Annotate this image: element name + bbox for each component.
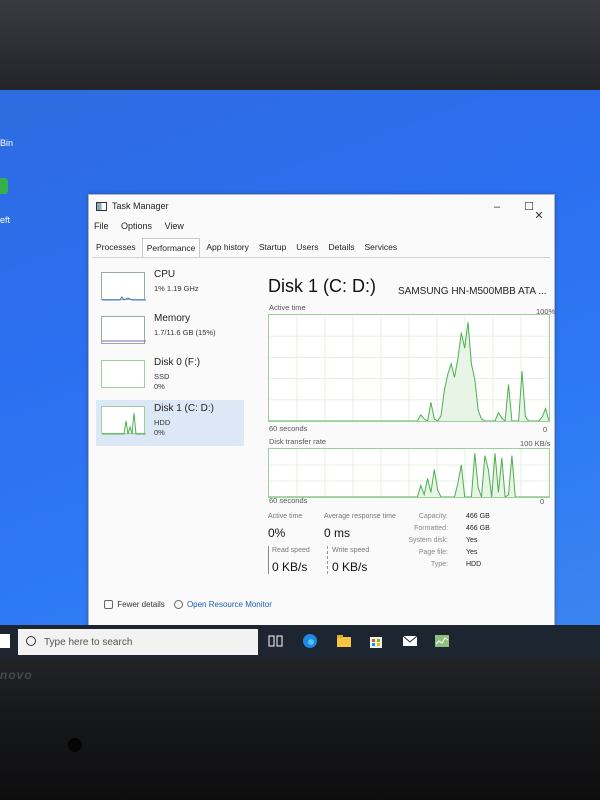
transfer-rate-graph-svg	[269, 449, 549, 497]
prop-formatted-value: 466 GB	[466, 525, 490, 532]
footer: Fewer details Open Resource Monitor	[104, 600, 272, 610]
device-disk-1[interactable]: Disk 1 (C: D:) HDD 0%	[96, 400, 244, 446]
task-manager-content: ✕ File Options View Processes Performanc…	[88, 194, 555, 619]
desktop-label-app[interactable]: eft	[0, 215, 10, 225]
device-name: CPU	[154, 269, 176, 280]
graph1-seconds: 60 seconds	[269, 424, 308, 433]
tab-startup[interactable]: Startup	[255, 238, 290, 258]
device-type: HDD	[154, 418, 171, 427]
monitor-bezel-top	[0, 0, 600, 95]
device-cpu[interactable]: CPU 1% 1.19 GHz	[96, 266, 244, 312]
device-memory[interactable]: Memory 1.7/11.6 GB (15%)	[96, 310, 244, 356]
tab-divider	[92, 257, 550, 258]
device-detail: 1% 1.19 GHz	[154, 284, 199, 293]
mail-icon[interactable]	[402, 633, 418, 649]
cpu-thumbnail-graph	[101, 272, 146, 301]
resource-monitor-icon	[173, 600, 183, 610]
transfer-rate-max: 100 KB/s	[520, 439, 551, 448]
task-manager-taskbar-icon[interactable]	[434, 633, 450, 649]
stat-active-time-label: Active time	[268, 513, 303, 520]
graph2-min: 0	[540, 497, 545, 506]
graph1-min: 0	[543, 425, 548, 434]
stat-active-time-value: 0%	[268, 526, 286, 540]
active-time-graph	[268, 314, 550, 422]
memory-thumbnail-graph	[101, 316, 146, 344]
prop-system-disk-value: Yes	[466, 537, 478, 544]
store-icon[interactable]	[368, 633, 384, 649]
desktop-app-icon[interactable]	[0, 178, 8, 194]
active-time-label: Active time	[269, 303, 306, 312]
chevron-up-icon	[104, 600, 113, 610]
prop-capacity-key: Capacity:	[418, 513, 448, 520]
menu-bar: File Options View	[94, 221, 194, 231]
stat-avg-response-value: 0 ms	[324, 526, 351, 540]
menu-view[interactable]: View	[165, 221, 184, 231]
device-name: Disk 1 (C: D:)	[154, 403, 214, 414]
tab-users[interactable]: Users	[292, 238, 322, 258]
desktop-label-recycle-bin[interactable]: Bin	[0, 138, 13, 148]
transfer-rate-graph	[268, 448, 550, 498]
disk1-thumbnail-graph	[101, 406, 146, 435]
taskbar: Type here to search	[0, 625, 600, 658]
disk-title: Disk 1 (C: D:)	[268, 276, 376, 296]
search-box[interactable]: Type here to search	[18, 629, 258, 655]
stat-write-speed-value: 0 KB/s	[332, 560, 368, 574]
search-placeholder: Type here to search	[44, 637, 133, 648]
monitor-bezel-bottom	[0, 658, 600, 800]
stat-read-speed-value: 0 KB/s	[272, 560, 308, 574]
stat-write-speed-label: Write speed	[332, 547, 370, 554]
close-x[interactable]: ✕	[524, 208, 554, 224]
read-speed-bar	[268, 546, 269, 574]
edge-browser-icon[interactable]	[302, 633, 318, 649]
active-time-graph-svg	[269, 315, 549, 421]
prop-page-file-key: Page file:	[418, 549, 448, 556]
brand-logo: novo	[0, 668, 33, 682]
menu-options[interactable]: Options	[121, 221, 152, 231]
stat-read-speed-label: Read speed	[272, 547, 310, 554]
task-view-icon[interactable]	[268, 633, 284, 649]
graph2-seconds: 60 seconds	[269, 496, 308, 505]
file-explorer-icon[interactable]	[336, 633, 352, 649]
device-name: Disk 0 (F:)	[154, 357, 201, 368]
prop-capacity-value: 466 GB	[466, 513, 490, 520]
device-usage: 0%	[154, 428, 165, 437]
device-disk-0[interactable]: Disk 0 (F:) SSD 0%	[96, 354, 244, 400]
prop-type-key: Type:	[430, 561, 448, 568]
bezel-button	[68, 738, 82, 752]
menu-file[interactable]: File	[94, 221, 109, 231]
device-name: Memory	[154, 313, 191, 324]
tab-app-history[interactable]: App history	[202, 238, 253, 258]
start-button[interactable]	[0, 634, 10, 648]
open-resource-monitor-link[interactable]: Open Resource Monitor	[187, 600, 272, 609]
device-usage: 0%	[154, 382, 165, 391]
transfer-rate-label: Disk transfer rate	[269, 437, 327, 446]
tab-strip: Processes Performance App history Startu…	[92, 238, 403, 258]
disk-model: SAMSUNG HN-M500MBB ATA ...	[398, 286, 547, 297]
prop-type-value: HDD	[466, 561, 482, 568]
tab-processes[interactable]: Processes	[92, 238, 140, 258]
disk0-thumbnail-graph	[101, 360, 145, 388]
device-detail: 1.7/11.6 GB (15%)	[154, 328, 216, 337]
stat-avg-response-label: Average response time	[324, 513, 396, 520]
prop-system-disk-key: System disk:	[408, 537, 448, 544]
prop-formatted-key: Formatted:	[414, 525, 448, 532]
search-icon	[26, 636, 36, 646]
fewer-details-link[interactable]: Fewer details	[117, 600, 165, 609]
tab-performance[interactable]: Performance	[141, 238, 201, 258]
tab-details[interactable]: Details	[325, 238, 359, 258]
prop-page-file-value: Yes	[466, 549, 478, 556]
write-speed-bar	[327, 546, 328, 574]
tab-services[interactable]: Services	[360, 238, 401, 258]
device-type: SSD	[154, 372, 170, 381]
